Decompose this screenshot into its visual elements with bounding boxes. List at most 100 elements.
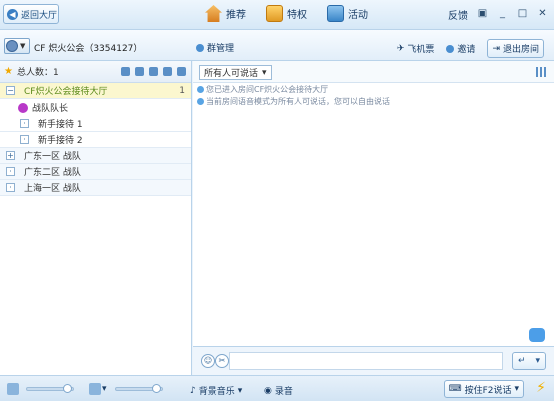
- list-icon[interactable]: [177, 67, 186, 76]
- move-icon[interactable]: [135, 67, 144, 76]
- channel-node-icon: ·: [20, 119, 29, 128]
- background-music-button[interactable]: ♪ 背景音乐 ▾: [190, 384, 243, 398]
- expand-icon[interactable]: +: [6, 151, 15, 160]
- nav-recommend[interactable]: 推荐: [205, 5, 246, 22]
- member-item[interactable]: 战队队长: [0, 99, 191, 116]
- channel-node-icon: ·: [20, 135, 29, 144]
- chevron-down-icon: ▾: [514, 384, 519, 394]
- speaker-volume-slider[interactable]: [26, 384, 74, 393]
- nav-privilege[interactable]: 特权: [266, 5, 307, 22]
- slider-knob[interactable]: [63, 384, 72, 393]
- channel-label: 新手接待 1: [38, 120, 83, 130]
- nav-activity[interactable]: 活动: [327, 5, 368, 22]
- room-title: CF 炽火公会（3354127）: [34, 44, 143, 54]
- chat-panel: 所有人可说话 ▾ 您已进入房间CF炽火公会接待大厅 当前房间语音模式为所有人可说…: [193, 61, 554, 346]
- bg-music-label: 背景音乐: [198, 387, 235, 397]
- nav-label: 推荐: [226, 10, 246, 21]
- user-icon[interactable]: [149, 67, 158, 76]
- room-bar: ▼ CF 炽火公会（3354127） 群管理 ✈ 飞机票 邀请 ⇥ 退出房间: [0, 30, 554, 61]
- group-icon: [196, 43, 204, 52]
- chevron-down-icon[interactable]: ▾: [102, 384, 107, 394]
- member-label: 战队队长: [32, 104, 69, 114]
- chevron-down-icon: ▾: [237, 385, 243, 396]
- chevron-down-icon: ▼: [20, 42, 26, 50]
- home-icon: [205, 5, 222, 22]
- channel-group[interactable]: · 上海一区 战队: [0, 180, 191, 196]
- keyboard-icon: ⌨: [448, 384, 462, 394]
- total-count: 总人数：1: [16, 68, 59, 78]
- flight-ticket-button[interactable]: ✈ 飞机票: [396, 42, 435, 56]
- chat-header: 所有人可说话 ▾: [193, 61, 554, 83]
- gift-icon: [266, 5, 283, 22]
- chat-input[interactable]: [229, 352, 503, 370]
- close-icon[interactable]: ✕: [537, 9, 548, 20]
- user-add-icon: [446, 44, 455, 53]
- lock-icon[interactable]: [121, 67, 130, 76]
- back-to-lobby-button[interactable]: ◀ 返回大厅: [3, 4, 59, 24]
- search-icon[interactable]: [163, 67, 172, 76]
- channel-panel-header: ★ 总人数：1: [0, 61, 191, 83]
- slider-knob[interactable]: [152, 384, 161, 393]
- channel-tools: [121, 67, 186, 76]
- channel-label: 上海一区 战队: [24, 184, 81, 194]
- channel-group[interactable]: · 广东二区 战队: [0, 164, 191, 180]
- microphone-icon[interactable]: [89, 383, 101, 395]
- maximize-icon[interactable]: □: [517, 9, 528, 20]
- enter-icon: ↵: [517, 356, 526, 366]
- group-manage-label: 群管理: [207, 44, 235, 54]
- channel-hall[interactable]: − CF炽火公会接待大厅 1: [0, 83, 191, 99]
- exit-room-button[interactable]: ⇥ 退出房间: [487, 39, 544, 58]
- input-bar: ☺ ✂ ↵ ▾: [193, 346, 554, 375]
- send-button[interactable]: ↵ ▾: [512, 352, 546, 370]
- chevron-down-icon: ▾: [262, 67, 267, 78]
- message-text: 当前房间语音模式为所有人可说话，您可以自由说话: [206, 96, 390, 106]
- top-nav: 推荐 特权 活动: [205, 5, 368, 22]
- collapse-icon[interactable]: −: [6, 86, 15, 95]
- back-label: 返回大厅: [21, 10, 58, 21]
- push-to-talk-button[interactable]: ⌨ 按住F2说话 ▾: [443, 380, 524, 398]
- emoji-icon[interactable]: ☺: [201, 354, 215, 368]
- window-controls: 反馈 ▣ _ □ ✕: [448, 7, 548, 23]
- chat-bubble-icon[interactable]: [529, 328, 545, 342]
- nav-label: 活动: [348, 10, 368, 21]
- activity-icon: [327, 5, 344, 22]
- exit-icon: ⇥: [492, 43, 500, 54]
- channel-sub[interactable]: · 新手接待 2: [0, 132, 191, 148]
- speaker-icon[interactable]: [7, 383, 19, 395]
- info-icon: [197, 85, 204, 93]
- nav-label: 特权: [287, 10, 307, 21]
- exit-room-label: 退出房间: [502, 45, 539, 55]
- channel-label: 新手接待 2: [38, 136, 83, 146]
- channel-sub[interactable]: · 新手接待 1: [0, 116, 191, 132]
- channel-panel: ★ 总人数：1 − CF炽火公会接待大厅 1 战队队长 · 新手接待 1 · 新…: [0, 61, 192, 375]
- info-icon: [197, 97, 204, 105]
- mic-volume-slider[interactable]: [115, 384, 163, 393]
- star-icon: ★: [4, 66, 13, 77]
- channel-group[interactable]: + 广东一区 战队: [0, 148, 191, 164]
- arrow-left-icon: ◀: [7, 8, 18, 20]
- feedback-link[interactable]: 反馈: [448, 7, 468, 22]
- invite-label: 邀请: [457, 45, 476, 55]
- channel-label: CF炽火公会接待大厅: [24, 87, 108, 97]
- room-avatar-icon: [6, 40, 18, 52]
- lightning-icon[interactable]: ⚡: [536, 380, 546, 396]
- bottom-bar: ▾ ♪ 背景音乐 ▾ ◉ 录音 ⌨ 按住F2说话 ▾ ⚡: [0, 375, 554, 401]
- speak-mode-value: 所有人可说话: [204, 69, 259, 79]
- chevron-down-icon: ▾: [535, 356, 540, 366]
- record-icon: ◉: [264, 385, 272, 396]
- speak-mode-select[interactable]: 所有人可说话 ▾: [199, 65, 272, 80]
- channel-label: 广东二区 战队: [24, 168, 81, 178]
- grid-icon[interactable]: [536, 67, 546, 77]
- top-bar: ◀ 返回大厅 推荐 特权 活动 反馈 ▣ _ □ ✕: [0, 0, 554, 30]
- room-avatar-dropdown[interactable]: ▼: [4, 38, 30, 54]
- settings-icon[interactable]: ▣: [477, 9, 488, 20]
- group-manage-button[interactable]: 群管理: [196, 41, 234, 54]
- plane-icon: ✈: [396, 43, 405, 54]
- channel-node-icon: ·: [6, 183, 15, 192]
- scissors-icon[interactable]: ✂: [215, 354, 229, 368]
- system-message: 您已进入房间CF炽火公会接待大厅: [193, 83, 554, 95]
- record-button[interactable]: ◉ 录音: [264, 384, 293, 398]
- record-label: 录音: [274, 387, 293, 397]
- invite-button[interactable]: 邀请: [446, 42, 475, 55]
- minimize-icon[interactable]: _: [497, 9, 508, 20]
